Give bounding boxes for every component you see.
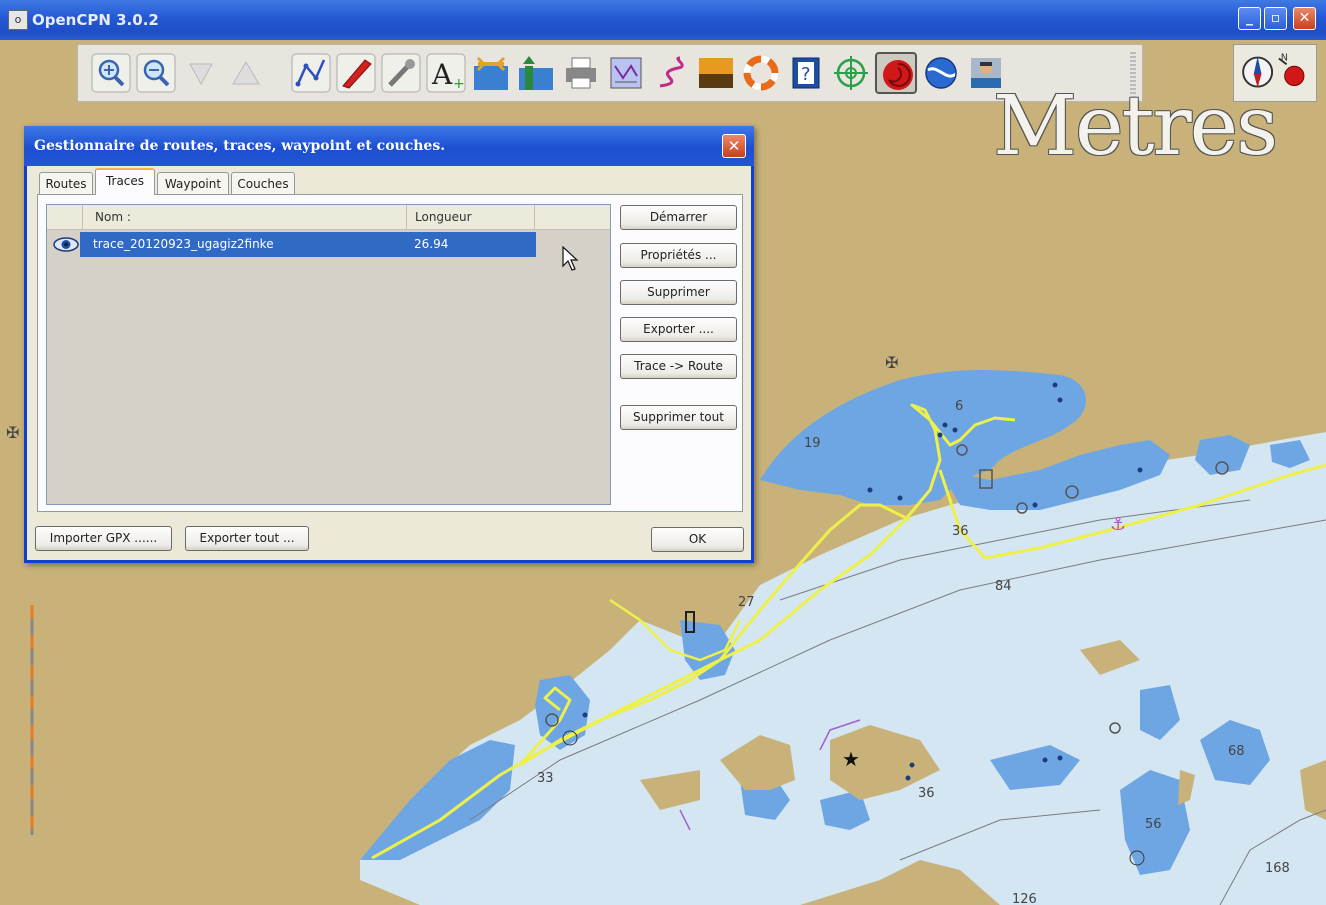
sounding: 19 (804, 436, 821, 451)
svg-text:✠: ✠ (6, 423, 19, 442)
delete-button[interactable]: Supprimer (620, 280, 737, 305)
globe-icon[interactable] (920, 52, 962, 94)
scale-unit-label: Metres (993, 79, 1278, 174)
chart-quilt-icon[interactable] (470, 52, 512, 94)
record-track-icon[interactable] (875, 52, 917, 94)
tab-waypoint[interactable]: Waypoint (157, 172, 229, 194)
scale-in-icon[interactable] (180, 52, 222, 94)
settings-wrench-icon[interactable] (380, 52, 422, 94)
list-header: Nom : Longueur (47, 205, 610, 230)
scale-out-icon[interactable] (225, 52, 267, 94)
export-all-button[interactable]: Exporter tout ... (185, 526, 309, 551)
tab-panel-traces: Nom : Longueur trace_20120923_ugagiz2fin… (37, 194, 743, 512)
day-night-icon[interactable] (695, 52, 737, 94)
window-title: OpenCPN 3.0.2 (32, 11, 159, 29)
track-list[interactable]: Nom : Longueur trace_20120923_ugagiz2fin… (46, 204, 611, 505)
sounding: 36 (918, 786, 935, 801)
svg-text:+: + (453, 76, 465, 92)
zoom-in-icon[interactable] (90, 52, 132, 94)
ok-button[interactable]: OK (651, 527, 744, 552)
dialog-close-button[interactable]: ✕ (722, 134, 746, 158)
window-titlebar: o OpenCPN 3.0.2 _ ▫ ✕ (0, 0, 1326, 40)
svg-text:⚓: ⚓ (1110, 514, 1126, 535)
table-row[interactable]: trace_20120923_ugagiz2finke 26.94 (47, 232, 610, 257)
tide-current-icon[interactable] (515, 52, 557, 94)
eye-icon[interactable] (53, 236, 79, 253)
svg-text:N: N (1281, 52, 1288, 63)
print-icon[interactable] (560, 52, 602, 94)
tab-traces[interactable]: Traces (95, 168, 155, 195)
main-toolbar: A + ? (77, 44, 1143, 102)
route-icon[interactable] (290, 52, 332, 94)
sounding: 84 (995, 579, 1012, 594)
header-visibility (47, 205, 83, 229)
track-to-route-button[interactable]: Trace -> Route (620, 354, 737, 379)
zoom-out-icon[interactable] (135, 52, 177, 94)
properties-button[interactable]: Propriétés ... (620, 243, 737, 268)
minimize-button[interactable]: _ (1238, 7, 1261, 30)
dialog-titlebar[interactable]: Gestionnaire de routes, traces, waypoint… (24, 126, 754, 166)
sounding: 126 (1012, 892, 1037, 905)
sounding: 36 (952, 524, 969, 539)
import-gpx-button[interactable]: Importer GPX ...... (35, 526, 172, 551)
dialog-title: Gestionnaire de routes, traces, waypoint… (34, 138, 446, 154)
track-icon[interactable] (650, 52, 692, 94)
tab-couches[interactable]: Couches (231, 172, 295, 194)
mouse-cursor-icon (562, 246, 579, 271)
sounding: 27 (738, 595, 755, 610)
mob-icon[interactable] (830, 52, 872, 94)
start-button[interactable]: Démarrer (620, 205, 737, 230)
text-icon[interactable]: A + (425, 52, 467, 94)
maximize-button[interactable]: ▫ (1264, 7, 1287, 30)
export-button[interactable]: Exporter .... (620, 317, 737, 342)
ship-follow-icon[interactable] (335, 52, 377, 94)
lifebuoy-icon[interactable] (740, 52, 782, 94)
sounding: 168 (1265, 861, 1290, 876)
svg-text:?: ? (801, 64, 811, 85)
about-icon[interactable]: ? (785, 52, 827, 94)
sounding: 6 (955, 399, 963, 414)
header-length[interactable]: Longueur (407, 205, 535, 229)
route-manager-icon[interactable] (605, 52, 647, 94)
opencpn-app-icon: o (8, 10, 28, 30)
sounding: 56 (1145, 817, 1162, 832)
row-track-name: trace_20120923_ugagiz2finke (93, 237, 274, 251)
svg-text:A: A (431, 58, 453, 91)
svg-text:✠: ✠ (885, 353, 898, 372)
close-button[interactable]: ✕ (1293, 7, 1316, 30)
row-track-length: 26.94 (414, 237, 449, 251)
delete-all-button[interactable]: Supprimer tout (620, 405, 737, 430)
route-manager-dialog: Gestionnaire de routes, traces, waypoint… (24, 126, 754, 563)
header-name[interactable]: Nom : (83, 205, 407, 229)
sounding: 68 (1228, 744, 1245, 759)
tab-routes[interactable]: Routes (39, 172, 93, 194)
svg-text:★: ★ (842, 747, 860, 771)
sounding: 33 (537, 771, 554, 786)
